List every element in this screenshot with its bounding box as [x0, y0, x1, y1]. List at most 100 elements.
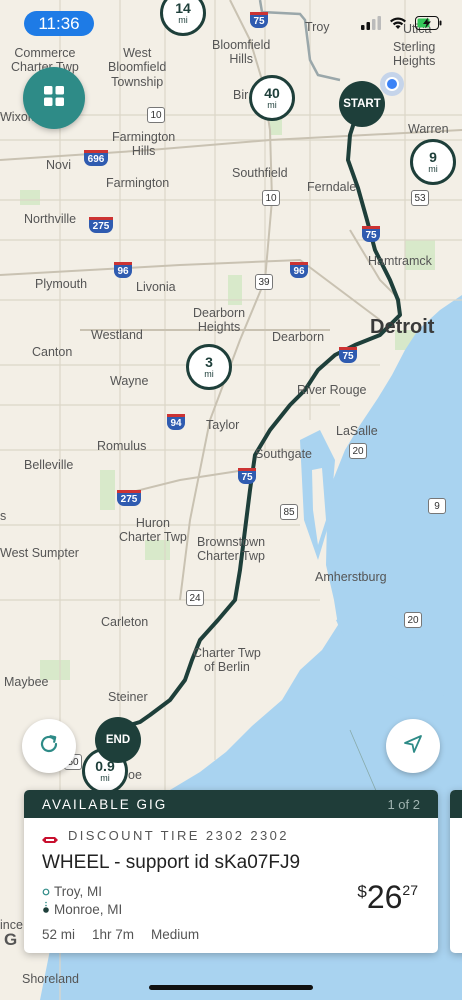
map-label-belleville: Belleville: [24, 458, 74, 472]
gig-title: WHEEL - support id sKa07FJ9: [42, 852, 301, 873]
map-label-maybee: Maybee: [4, 675, 49, 689]
next-gig-card-peek[interactable]: [450, 790, 462, 953]
map-label-s-fragment: s: [0, 509, 7, 523]
map-label-novi: Novi: [46, 158, 72, 172]
road-shield-i96-b: 96: [290, 262, 308, 278]
road-shield-m39: 39: [255, 274, 273, 290]
map-label-northville: Northville: [24, 212, 77, 226]
road-shield-m9: 9: [428, 498, 446, 514]
price-currency: $: [357, 882, 367, 901]
map-label-west-sumpter: West Sumpter: [0, 546, 79, 560]
map-label-monroe-fragment: oe: [128, 768, 142, 782]
map-label-huron: Huron Charter Twp: [119, 516, 187, 545]
map-label-southgate: Southgate: [255, 447, 312, 461]
price-dollars: 26: [366, 879, 403, 915]
route-marker-value: 3: [205, 354, 213, 370]
road-shield-i275-b: 275: [117, 490, 141, 506]
battery-charging-icon: [415, 15, 442, 35]
map-label-steiner: Steiner: [108, 690, 148, 704]
route-marker-value: 9: [429, 149, 437, 165]
map-label-carleton: Carleton: [101, 615, 149, 629]
store-row: DISCOUNT TIRE 2302 2302: [42, 828, 289, 843]
road-shield-i75-d: 75: [238, 468, 256, 484]
road-shield-i96-a: 96: [114, 262, 132, 278]
route-marker-unit: mi: [428, 164, 438, 174]
map-label-warren: Warren: [408, 122, 449, 136]
map-label-wayne: Wayne: [110, 374, 149, 388]
map-label-romulus: Romulus: [97, 439, 147, 453]
gig-difficulty: Medium: [151, 927, 200, 942]
map-label-farmington: Farmington: [106, 176, 170, 190]
route-marker-unit: mi: [178, 15, 188, 25]
road-shield-m20-b: 20: [404, 612, 422, 628]
map-label-dearborn: Dearborn: [272, 330, 325, 344]
map-label-canton: Canton: [32, 345, 73, 359]
map-label-bloomfield-hills: Bloomfield Hills: [212, 38, 271, 67]
navigation-arrow-icon: [402, 733, 424, 760]
map-label-sterling-heights: Sterling Heights: [393, 40, 436, 69]
origin-city: Troy, MI: [54, 883, 102, 899]
grid-icon: [44, 85, 64, 111]
gig-card-header-title: AVAILABLE GIG: [42, 796, 168, 812]
map-label-detroit: Detroit: [370, 316, 435, 338]
home-indicator[interactable]: [149, 985, 313, 990]
road-shield-m10-b: 10: [262, 190, 280, 206]
map-label-ferndale: Ferndale: [307, 180, 357, 194]
route-marker-unit: mi: [267, 100, 277, 110]
route-marker[interactable]: 40 mi: [249, 75, 295, 121]
map-label-amherstburg: Amherstburg: [315, 570, 387, 584]
route-marker-value: 40: [264, 85, 280, 101]
map-label-dearborn-heights: Dearborn Heights: [193, 306, 246, 335]
map-label-lasalle: LaSalle: [336, 424, 378, 438]
refresh-button[interactable]: [22, 719, 76, 773]
map-label-southfield: Southfield: [232, 166, 288, 180]
route-marker-value: 14: [175, 0, 191, 16]
price-cents: 27: [402, 882, 418, 898]
road-shield-m53: 53: [411, 190, 429, 206]
map-label-brownstown: Brownstown Charter Twp: [197, 535, 266, 564]
map-label-livonia: Livonia: [136, 280, 176, 294]
road-shield-i75-top: 75: [250, 12, 268, 28]
gig-price: $ 26 27: [357, 880, 418, 914]
refresh-icon: [38, 733, 60, 760]
status-icons: [361, 15, 442, 35]
road-shield-m10-a: 10: [147, 107, 165, 123]
map-label-west-bloomfield: West Bloomfield Township: [108, 46, 167, 89]
road-shield-m20-a: 20: [349, 443, 367, 459]
road-shield-m85: 85: [280, 504, 298, 520]
road-shield-i696: 696: [84, 150, 108, 166]
signal-icon: [361, 15, 381, 35]
locate-me-button[interactable]: [386, 719, 440, 773]
road-shield-i75-c: 75: [339, 347, 357, 363]
destination-dot-icon: [42, 901, 54, 918]
route-start-pin[interactable]: START: [339, 81, 385, 127]
road-shield-i275-a: 275: [89, 217, 113, 233]
status-time: 11:36: [24, 11, 94, 36]
origin-dot-icon: [42, 884, 54, 899]
gig-card-pager: 1 of 2: [387, 796, 420, 812]
discount-tire-logo-icon: [42, 832, 58, 843]
gig-duration: 1hr 7m: [92, 927, 135, 942]
wifi-icon: [389, 16, 407, 35]
gig-distance: 52 mi: [42, 927, 76, 942]
map-label-farmington-hills: Farmington Hills: [112, 130, 176, 159]
map-label-plymouth: Plymouth: [35, 277, 88, 291]
gig-route: Troy, MI Monroe, MI: [42, 882, 122, 918]
map-label-taylor: Taylor: [206, 418, 240, 432]
road-shield-i75-mid: 75: [362, 226, 380, 242]
route-end-pin[interactable]: END: [95, 717, 141, 763]
map-label-shoreland: Shoreland: [22, 972, 79, 986]
map-label-troy: Troy: [305, 20, 330, 34]
map-label-westland: Westland: [91, 328, 143, 342]
route-marker[interactable]: 3 mi: [186, 344, 232, 390]
gig-stats: 52 mi 1hr 7m Medium: [42, 927, 199, 942]
store-name: DISCOUNT TIRE 2302 2302: [68, 828, 289, 843]
map-label-berlin: Charter Twp of Berlin: [193, 646, 261, 675]
road-shield-i94: 94: [167, 414, 185, 430]
destination-city: Monroe, MI: [54, 901, 123, 917]
route-marker[interactable]: 9 mi: [410, 139, 456, 185]
current-location-dot: [380, 72, 404, 96]
menu-grid-button[interactable]: [23, 67, 85, 129]
map-label-river-rouge: River Rouge: [297, 383, 367, 397]
gig-card[interactable]: AVAILABLE GIG 1 of 2 DISCOUNT TIRE 2302 …: [24, 790, 438, 953]
